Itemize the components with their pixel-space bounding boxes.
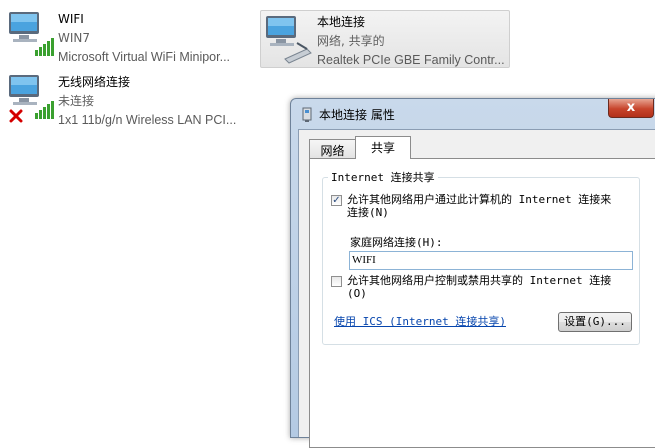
allow-share-label[interactable]: 允许其他网络用户通过此计算机的 Internet 连接来连接(N) <box>347 193 617 219</box>
adapter-name: 无线网络连接 <box>58 75 131 89</box>
dialog-titlebar[interactable]: 本地连接 属性 x <box>291 99 655 129</box>
groupbox-title: Internet 连接共享 <box>328 169 438 185</box>
sharing-tab-page: Internet 连接共享 ✓ 允许其他网络用户通过此计算机的 Internet… <box>309 158 655 448</box>
adapter-wifi[interactable]: WIFI WIN7 Microsoft Virtual WiFi Minipor… <box>6 8 256 66</box>
home-network-field[interactable]: WIFI <box>349 251 633 270</box>
tab-network[interactable]: 网络 <box>309 139 356 158</box>
allow-control-label[interactable]: 允许其他网络用户控制或禁用共享的 Internet 连接(O) <box>347 274 617 300</box>
home-network-label: 家庭网络连接(H): <box>350 236 443 249</box>
properties-dialog: 本地连接 属性 x 网络 共享 Internet 连接共享 ✓ 允许其他网络用户… <box>290 98 655 448</box>
adapter-name: WIFI <box>58 12 84 26</box>
tab-sharing[interactable]: 共享 <box>355 136 411 159</box>
adapter-device: Realtek PCIe GBE Family Contr... <box>317 53 505 67</box>
ics-groupbox: Internet 连接共享 ✓ 允许其他网络用户通过此计算机的 Internet… <box>322 169 640 345</box>
adapter-name: 本地连接 <box>317 15 366 29</box>
adapter-wireless-connection[interactable]: 无线网络连接 未连接 1x1 11b/g/n Wireless LAN PCI.… <box>6 71 256 129</box>
dialog-client-area: 网络 共享 Internet 连接共享 ✓ 允许其他网络用户通过此计算机的 In… <box>298 129 655 448</box>
wireless-disconnected-icon <box>9 75 54 123</box>
adapter-status: 未连接 <box>58 94 95 108</box>
adapter-device: 1x1 11b/g/n Wireless LAN PCI... <box>58 113 237 127</box>
dialog-title: 本地连接 属性 <box>319 108 395 122</box>
adapter-device: Microsoft Virtual WiFi Minipor... <box>58 50 231 64</box>
settings-button[interactable]: 设置(G)... <box>558 312 632 332</box>
adapter-status: 网络, 共享的 <box>317 34 385 48</box>
wireless-network-icon <box>9 12 54 56</box>
adapter-status: WIN7 <box>58 31 91 45</box>
ics-help-link[interactable]: 使用 ICS (Internet 连接共享) <box>334 313 506 329</box>
allow-share-checkbox[interactable]: ✓ <box>331 195 342 206</box>
adapter-local-connection[interactable]: 本地连接 网络, 共享的 Realtek PCIe GBE Family Con… <box>260 10 510 68</box>
allow-control-checkbox[interactable] <box>331 276 342 287</box>
close-button[interactable]: x <box>608 99 654 118</box>
network-adapter-icon <box>302 107 312 122</box>
ethernet-network-icon <box>266 16 312 64</box>
